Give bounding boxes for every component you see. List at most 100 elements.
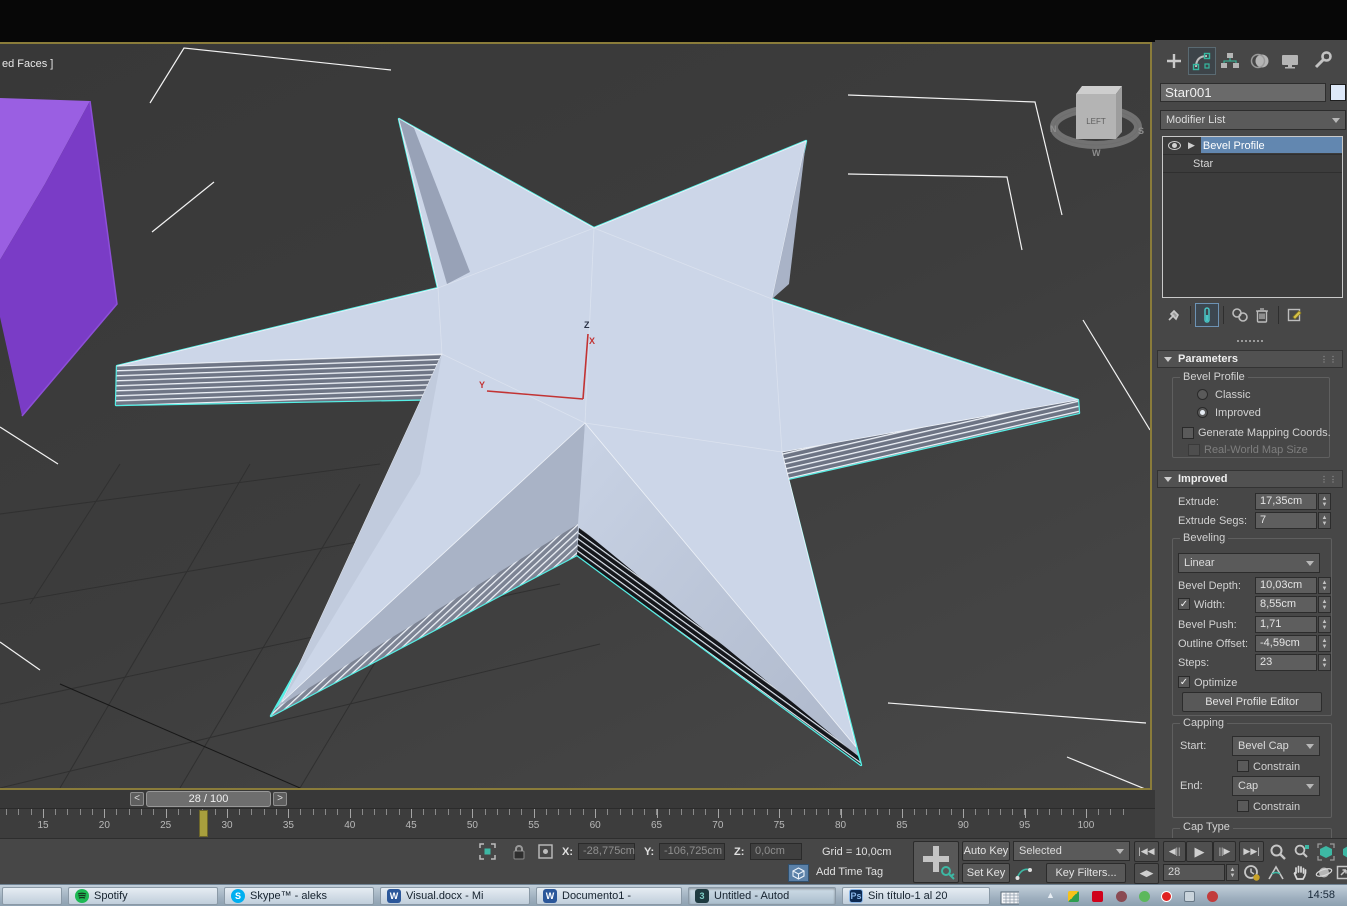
- pan-hand-icon[interactable]: [1290, 863, 1309, 882]
- add-time-tag-icon[interactable]: [788, 864, 809, 882]
- time-configuration-icon[interactable]: [1242, 863, 1261, 882]
- display-tab[interactable]: [1277, 48, 1303, 74]
- parameters-rollout-header[interactable]: Parameters ⋮⋮: [1157, 350, 1343, 368]
- previous-frame-playback-button[interactable]: ◀||: [1163, 841, 1186, 862]
- purple-box-object[interactable]: [0, 98, 117, 416]
- x-coordinate-field[interactable]: -28,775cm: [578, 843, 635, 860]
- previous-frame-button[interactable]: <: [130, 792, 144, 806]
- create-tab[interactable]: [1161, 48, 1187, 74]
- modify-tab[interactable]: [1189, 48, 1215, 74]
- gdrive-tray-icon[interactable]: [1068, 891, 1079, 902]
- bevel-push-field[interactable]: 1,71: [1255, 616, 1317, 633]
- z-coordinate-field[interactable]: 0,0cm: [750, 843, 802, 860]
- panel-splitter[interactable]: [1155, 337, 1347, 345]
- steps-spinner[interactable]: ▲▼: [1318, 654, 1331, 671]
- pin-stack-icon[interactable]: [1163, 304, 1185, 326]
- time-slider[interactable]: 28 / 100: [146, 791, 271, 807]
- expand-arrow-icon[interactable]: ▶: [1188, 140, 1195, 151]
- improved-radio[interactable]: [1197, 407, 1208, 418]
- remove-modifier-trash-icon[interactable]: [1251, 304, 1273, 326]
- viewport-shading-label[interactable]: ed Faces ]: [2, 58, 53, 70]
- current-frame-field[interactable]: 28: [1163, 864, 1225, 881]
- taskbar-item-unknown[interactable]: [2, 887, 62, 905]
- next-frame-button[interactable]: >: [273, 792, 287, 806]
- viewport-canvas[interactable]: Z X Y LEFT N S W: [0, 44, 1150, 788]
- classic-radio[interactable]: [1197, 389, 1208, 400]
- frame-spinner[interactable]: ▲▼: [1226, 864, 1239, 881]
- extrude-segs-spinner[interactable]: ▲▼: [1318, 512, 1331, 529]
- generate-mapping-checkbox[interactable]: [1182, 427, 1194, 439]
- modifier-visibility-eye-icon[interactable]: [1168, 141, 1181, 150]
- bevel-type-dropdown[interactable]: Linear: [1178, 553, 1320, 573]
- bevel-depth-spinner[interactable]: ▲▼: [1318, 577, 1331, 594]
- set-keys-button[interactable]: [913, 841, 959, 883]
- width-field[interactable]: 8,55cm: [1255, 596, 1317, 613]
- configure-modifier-sets-icon[interactable]: [1284, 304, 1306, 326]
- steps-field[interactable]: 23: [1255, 654, 1317, 671]
- show-end-result-icon[interactable]: [1196, 304, 1218, 326]
- zoom-all-icon[interactable]: [1292, 842, 1311, 861]
- show-hidden-icons-arrow[interactable]: ▲: [1046, 890, 1055, 900]
- orbit-icon[interactable]: [1314, 863, 1333, 882]
- optimize-checkbox[interactable]: ✓: [1178, 676, 1190, 688]
- absolute-offset-toggle-icon[interactable]: [536, 842, 555, 861]
- perspective-viewport[interactable]: Z X Y LEFT N S W ed Faces ]: [0, 42, 1152, 790]
- object-name-field[interactable]: [1160, 83, 1326, 102]
- set-key-button[interactable]: Set Key: [962, 863, 1010, 883]
- capping-end-dropdown[interactable]: Cap: [1232, 776, 1320, 796]
- tray-icon-green[interactable]: [1139, 891, 1150, 902]
- next-frame-playback-button[interactable]: ||▶: [1213, 841, 1236, 862]
- go-to-end-button[interactable]: ▶▶|: [1239, 841, 1264, 862]
- field-of-view-icon[interactable]: [1266, 863, 1285, 882]
- modifier-list-dropdown[interactable]: Modifier List: [1160, 110, 1346, 130]
- object-color-swatch[interactable]: [1330, 84, 1346, 101]
- constrain-end-checkbox[interactable]: [1237, 800, 1249, 812]
- extrude-spinner[interactable]: ▲▼: [1318, 493, 1331, 510]
- adobe-tray-icon[interactable]: [1092, 891, 1103, 902]
- viewcube[interactable]: LEFT N S W: [1050, 86, 1144, 158]
- maximize-viewport-toggle-icon[interactable]: [1334, 863, 1347, 882]
- star-object-selected[interactable]: [116, 119, 1079, 765]
- extrude-segs-field[interactable]: 7: [1255, 512, 1317, 529]
- width-checkbox[interactable]: ✓: [1178, 598, 1190, 610]
- tray-icon-maroon[interactable]: [1116, 891, 1127, 902]
- taskbar-item-word-visual[interactable]: W Visual.docx - Mi: [380, 887, 530, 905]
- key-mode-icon[interactable]: [1014, 863, 1033, 882]
- extrude-field[interactable]: 17,35cm: [1255, 493, 1317, 510]
- add-time-tag-label[interactable]: Add Time Tag: [816, 866, 883, 878]
- taskbar-item-skype[interactable]: S Skype™ - aleks: [224, 887, 374, 905]
- play-button[interactable]: ▶: [1186, 841, 1213, 862]
- taskbar-item-photoshop[interactable]: Ps Sin título-1 al 20: [842, 887, 990, 905]
- isolate-selection-icon[interactable]: [478, 842, 497, 861]
- outline-offset-field[interactable]: -4,59cm: [1255, 635, 1317, 652]
- key-filters-button[interactable]: Key Filters...: [1046, 863, 1126, 883]
- bevel-depth-field[interactable]: 10,03cm: [1255, 577, 1317, 594]
- make-unique-icon[interactable]: [1229, 304, 1251, 326]
- tray-icon-monitor[interactable]: [1184, 891, 1195, 902]
- bevel-profile-editor-button[interactable]: Bevel Profile Editor: [1182, 692, 1322, 712]
- taskbar-item-word-documento1[interactable]: W Documento1 -: [536, 887, 682, 905]
- zoom-icon[interactable]: [1268, 842, 1287, 861]
- go-to-start-button[interactable]: |◀◀: [1134, 841, 1159, 862]
- utilities-tab[interactable]: [1309, 48, 1335, 74]
- improved-rollout-header[interactable]: Improved ⋮⋮: [1157, 470, 1343, 488]
- modifier-stack-row-star[interactable]: Star: [1163, 155, 1342, 173]
- selection-lock-icon[interactable]: [509, 842, 528, 861]
- avira-tray-icon[interactable]: [1161, 891, 1172, 902]
- motion-tab[interactable]: [1247, 48, 1273, 74]
- bevel-push-spinner[interactable]: ▲▼: [1318, 616, 1331, 633]
- width-spinner[interactable]: ▲▼: [1318, 596, 1331, 613]
- hierarchy-tab[interactable]: [1217, 48, 1243, 74]
- zoom-extents-all-icon[interactable]: [1338, 842, 1347, 861]
- taskbar-item-spotify[interactable]: Spotify: [68, 887, 218, 905]
- timeline-playhead[interactable]: [199, 810, 208, 837]
- constrain-start-checkbox[interactable]: [1237, 760, 1249, 772]
- modifier-stack[interactable]: ▶ Bevel Profile Star: [1162, 136, 1343, 298]
- keyboard-layout-tray-icon[interactable]: [1000, 888, 1019, 906]
- auto-key-button[interactable]: Auto Key: [962, 841, 1010, 861]
- y-coordinate-field[interactable]: -106,725cm: [659, 843, 725, 860]
- volume-tray-icon[interactable]: [1207, 891, 1218, 902]
- outline-offset-spinner[interactable]: ▲▼: [1318, 635, 1331, 652]
- capping-start-dropdown[interactable]: Bevel Cap: [1232, 736, 1320, 756]
- taskbar-item-3dsmax[interactable]: 3 Untitled - Autod: [688, 887, 836, 905]
